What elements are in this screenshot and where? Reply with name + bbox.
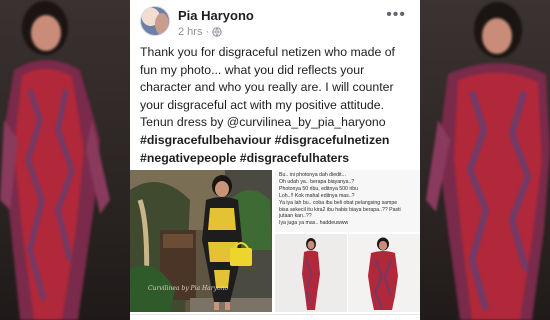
hashtag-link[interactable]: #negativepeople bbox=[140, 151, 236, 165]
more-options-icon[interactable]: ••• bbox=[386, 6, 406, 24]
woman-in-red-kebaya-image bbox=[426, 2, 550, 320]
post-meta: 2 hrs · bbox=[178, 26, 222, 38]
background-photo-left bbox=[0, 0, 130, 320]
chat-line: Iya juga ya mas.. haddeuwww bbox=[279, 220, 349, 227]
chat-screenshot: Bu.. ini photonya dah diedit... Oh udah … bbox=[275, 170, 420, 232]
avatar-second-face bbox=[155, 13, 169, 35]
hashtag-link[interactable]: #disgracefulhaters bbox=[240, 151, 349, 165]
meta-separator: · bbox=[205, 26, 210, 38]
post-time[interactable]: 2 hrs bbox=[178, 26, 202, 38]
post-header: Pia Haryono 2 hrs · ••• bbox=[140, 6, 410, 40]
post-card: Pia Haryono 2 hrs · ••• Thank you for di… bbox=[130, 0, 420, 320]
photo-watermark: Curvilinea by Pia Haryono bbox=[148, 285, 229, 292]
post-divider bbox=[130, 314, 420, 315]
woman-in-red-kebaya-image bbox=[0, 1, 110, 320]
globe-icon bbox=[212, 27, 222, 37]
chat-line: Loh..!! Kok mahal editnya mas..? bbox=[279, 192, 355, 199]
chat-line: bisa sekecil itu kira2 ibu habis biaya b… bbox=[279, 206, 401, 213]
chat-line: Ya iya lah bu.. coba ibu beli obat pelan… bbox=[279, 199, 398, 206]
chat-line: Oh udah ya.. berapa biayanya..? bbox=[279, 178, 355, 185]
before-after-photo bbox=[275, 234, 420, 312]
background-photo-right bbox=[420, 0, 550, 320]
post-photo-main[interactable]: Curvilinea by Pia Haryono bbox=[130, 170, 272, 312]
post-caption: Thank you for disgraceful netizen who ma… bbox=[140, 45, 395, 130]
chat-line: Photonya 50 ribu, editnya 500 ribu bbox=[279, 185, 359, 192]
avatar[interactable] bbox=[140, 6, 170, 36]
chat-line: jutaan kan..?? bbox=[279, 213, 312, 220]
post-photo-secondary[interactable]: Bu.. ini photonya dah diedit... Oh udah … bbox=[275, 170, 420, 312]
hashtag-link[interactable]: #disgracefulnetizen bbox=[275, 133, 390, 147]
before-after-image bbox=[275, 234, 420, 312]
post-text-block: Thank you for disgraceful netizen who ma… bbox=[140, 44, 412, 167]
hashtag-link[interactable]: #disgracefulbehaviour bbox=[140, 133, 271, 147]
chat-line: Bu.. ini photonya dah diedit... bbox=[279, 172, 346, 178]
post-author[interactable]: Pia Haryono bbox=[178, 8, 254, 23]
